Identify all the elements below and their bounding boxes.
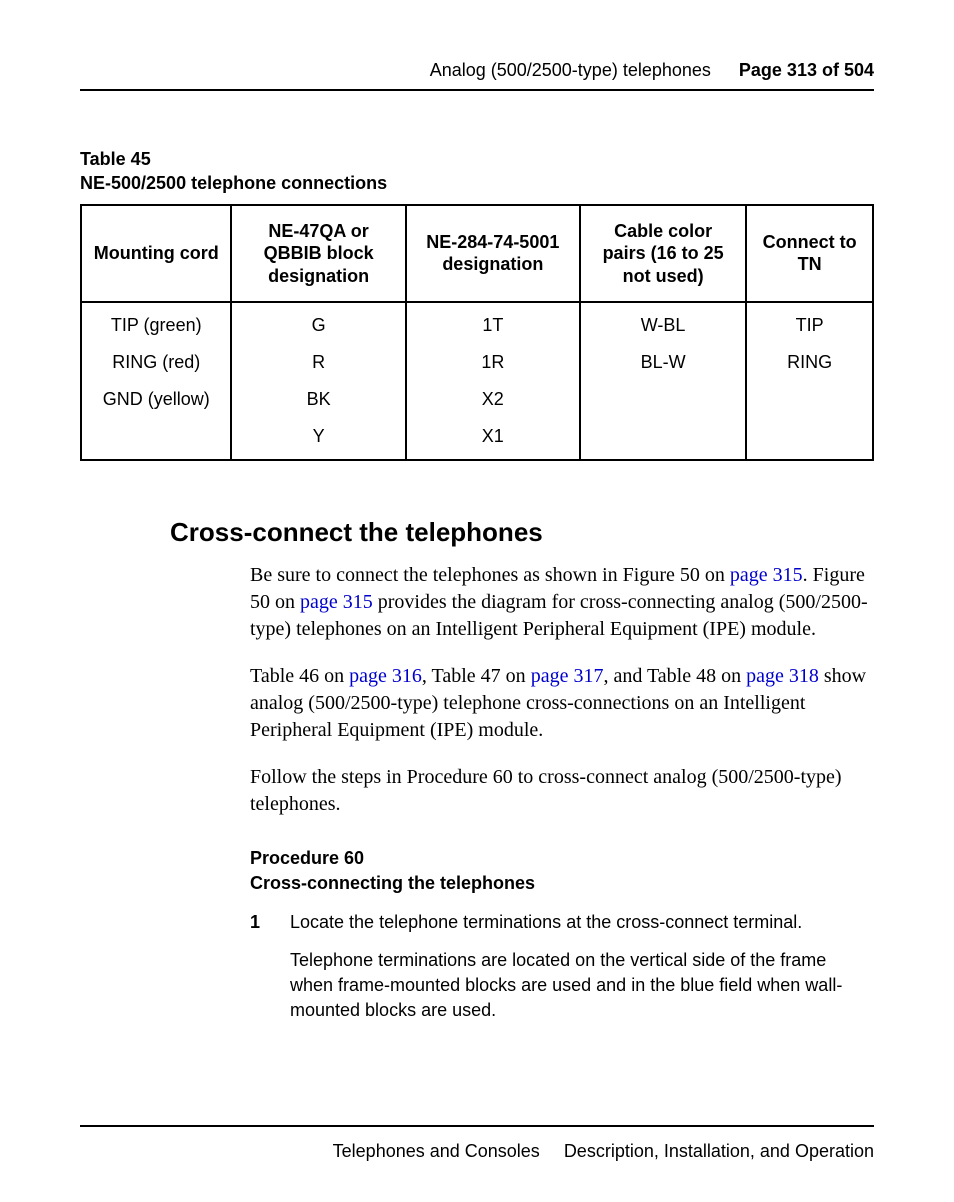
th-ne-designation: NE-284-74-5001 designation [406,205,580,303]
cell: BK [231,381,405,418]
table-header-row: Mounting cord NE-47QA or QBBIB block des… [81,205,873,303]
section-heading: Cross-connect the telephones [170,517,874,548]
cell: RING (red) [81,344,231,381]
table-row: RING (red) R 1R BL-W RING [81,344,873,381]
procedure-caption-line2: Cross-connecting the telephones [250,871,874,896]
page: Analog (500/2500-type) telephones Page 3… [0,0,954,1202]
procedure-step: 1 Locate the telephone terminations at t… [250,910,874,935]
link-page-315[interactable]: page 315 [730,564,803,586]
th-mounting-cord: Mounting cord [81,205,231,303]
cell: G [231,302,405,344]
paragraph: Follow the steps in Procedure 60 to cros… [250,764,874,818]
cell: R [231,344,405,381]
text: , Table 47 on [422,665,531,687]
th-cable-color: Cable color pairs (16 to 25 not used) [580,205,746,303]
cell: RING [746,344,873,381]
procedure-caption-line1: Procedure 60 [250,846,874,871]
text: Be sure to connect the telephones as sho… [250,564,730,586]
cell: 1T [406,302,580,344]
table-row: Y X1 [81,418,873,460]
th-block-designation: NE-47QA or QBBIB block designation [231,205,405,303]
link-page-317[interactable]: page 317 [531,665,604,687]
cell [746,381,873,418]
link-page-318[interactable]: page 318 [746,665,819,687]
cell: Y [231,418,405,460]
cell: TIP (green) [81,302,231,344]
procedure-caption: Procedure 60 Cross-connecting the teleph… [250,846,874,896]
th-connect-tn: Connect to TN [746,205,873,303]
cell: BL-W [580,344,746,381]
header-page: Page 313 of 504 [739,60,874,81]
step-body: Telephone terminations are located on th… [290,948,874,1024]
text: , and Table 48 on [603,665,746,687]
header-section: Analog (500/2500-type) telephones [430,60,711,81]
cell: GND (yellow) [81,381,231,418]
table-row: GND (yellow) BK X2 [81,381,873,418]
cell: X2 [406,381,580,418]
cell: X1 [406,418,580,460]
cell: 1R [406,344,580,381]
table-caption-line2: NE-500/2500 telephone connections [80,171,874,195]
running-header: Analog (500/2500-type) telephones Page 3… [80,60,874,91]
step-text: Locate the telephone terminations at the… [290,910,874,935]
table-caption: Table 45 NE-500/2500 telephone connectio… [80,147,874,196]
table-caption-line1: Table 45 [80,147,874,171]
footer-left: Telephones and Consoles [333,1141,540,1161]
paragraph: Be sure to connect the telephones as sho… [250,562,874,643]
running-footer: Telephones and Consoles Description, Inst… [80,1125,874,1162]
cell [580,418,746,460]
cell: W-BL [580,302,746,344]
link-page-316[interactable]: page 316 [349,665,422,687]
cell [81,418,231,460]
paragraph: Table 46 on page 316, Table 47 on page 3… [250,663,874,744]
cell [580,381,746,418]
connections-table: Mounting cord NE-47QA or QBBIB block des… [80,204,874,462]
cell [746,418,873,460]
cell: TIP [746,302,873,344]
table-row: TIP (green) G 1T W-BL TIP [81,302,873,344]
link-page-315[interactable]: page 315 [300,591,373,613]
footer-right: Description, Installation, and Operation [564,1141,874,1161]
step-number: 1 [250,910,290,935]
text: Table 46 on [250,665,349,687]
body-text: Be sure to connect the telephones as sho… [250,562,874,1023]
